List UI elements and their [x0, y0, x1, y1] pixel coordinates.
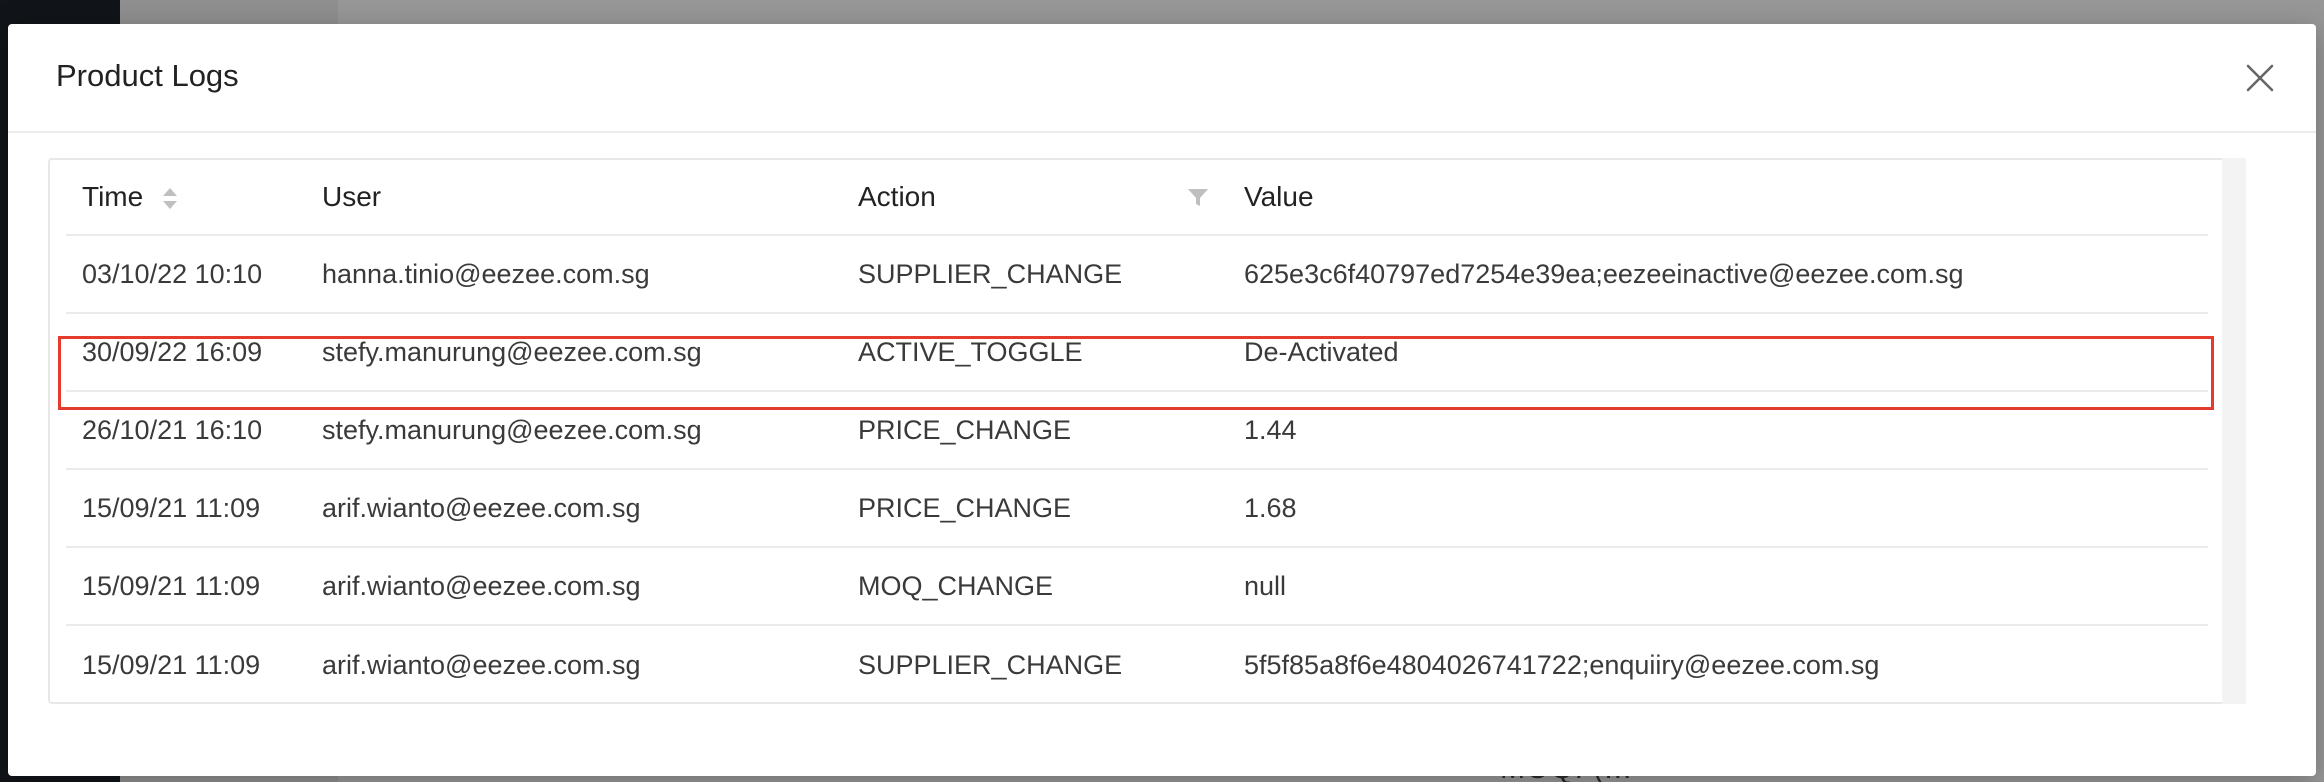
filter-icon[interactable]	[1186, 160, 1210, 234]
cell-action: SUPPLIER_CHANGE	[858, 258, 1123, 289]
cell-user: hanna.tinio@eezee.com.sg	[322, 258, 650, 289]
cell-value: De-Activated	[1244, 336, 1399, 367]
cell-time: 15/09/21 11:09	[82, 570, 261, 601]
cell-action: SUPPLIER_CHANGE	[858, 649, 1123, 680]
cell-value: 1.68	[1244, 492, 1297, 523]
cell-time: 30/09/22 16:09	[82, 336, 263, 367]
cell-action: PRICE_CHANGE	[858, 492, 1072, 523]
cell-value: 625e3c6f40797ed7254e39ea;eezeeinactive@e…	[1244, 258, 1964, 289]
cell-value: null	[1244, 570, 1287, 601]
cell-time: 03/10/22 10:10	[82, 258, 263, 289]
cell-value: 1.44	[1244, 414, 1297, 445]
column-header-action: Action	[858, 181, 936, 212]
cell-time: 15/09/21 11:09	[82, 649, 261, 680]
table-row: 26/10/21 16:10 stefy.manurung@eezee.com.…	[66, 392, 2208, 470]
cell-action: PRICE_CHANGE	[858, 414, 1072, 445]
logs-table: Time User Action Value 03/10/22 10:10 ha…	[48, 158, 2246, 704]
cell-user: arif.wianto@eezee.com.sg	[322, 570, 641, 601]
column-header-time[interactable]: Time	[82, 160, 179, 234]
table-row: 03/10/22 10:10 hanna.tinio@eezee.com.sg …	[66, 236, 2208, 314]
sort-icon[interactable]	[161, 185, 179, 213]
cell-value: 5f5f85a8f6e4804026741722;enquiiry@eezee.…	[1244, 649, 1880, 680]
table-row: 15/09/21 11:09 arif.wianto@eezee.com.sg …	[66, 548, 2208, 626]
column-header-value: Value	[1244, 181, 1314, 212]
column-header-time-label: Time	[82, 181, 144, 212]
cell-time: 15/09/21 11:09	[82, 492, 261, 523]
table-header-row: Time User Action Value	[66, 160, 2208, 236]
cell-user: stefy.manurung@eezee.com.sg	[322, 414, 702, 445]
table-scrollbar[interactable]	[2222, 158, 2246, 704]
cell-action: MOQ_CHANGE	[858, 570, 1054, 601]
modal-header: Product Logs	[8, 24, 2316, 133]
close-icon	[2246, 64, 2274, 92]
table-row: 30/09/22 16:09 stefy.manurung@eezee.com.…	[66, 314, 2208, 392]
table-row: 15/09/21 11:09 arif.wianto@eezee.com.sg …	[66, 626, 2208, 702]
modal-title: Product Logs	[56, 58, 239, 93]
cell-time: 26/10/21 16:10	[82, 414, 263, 445]
cell-action: ACTIVE_TOGGLE	[858, 336, 1083, 367]
table-row: 15/09/21 11:09 arif.wianto@eezee.com.sg …	[66, 470, 2208, 548]
cell-user: stefy.manurung@eezee.com.sg	[322, 336, 702, 367]
cell-user: arif.wianto@eezee.com.sg	[322, 649, 641, 680]
close-button[interactable]	[2242, 60, 2278, 96]
cell-user: arif.wianto@eezee.com.sg	[322, 492, 641, 523]
column-header-user: User	[322, 181, 382, 212]
